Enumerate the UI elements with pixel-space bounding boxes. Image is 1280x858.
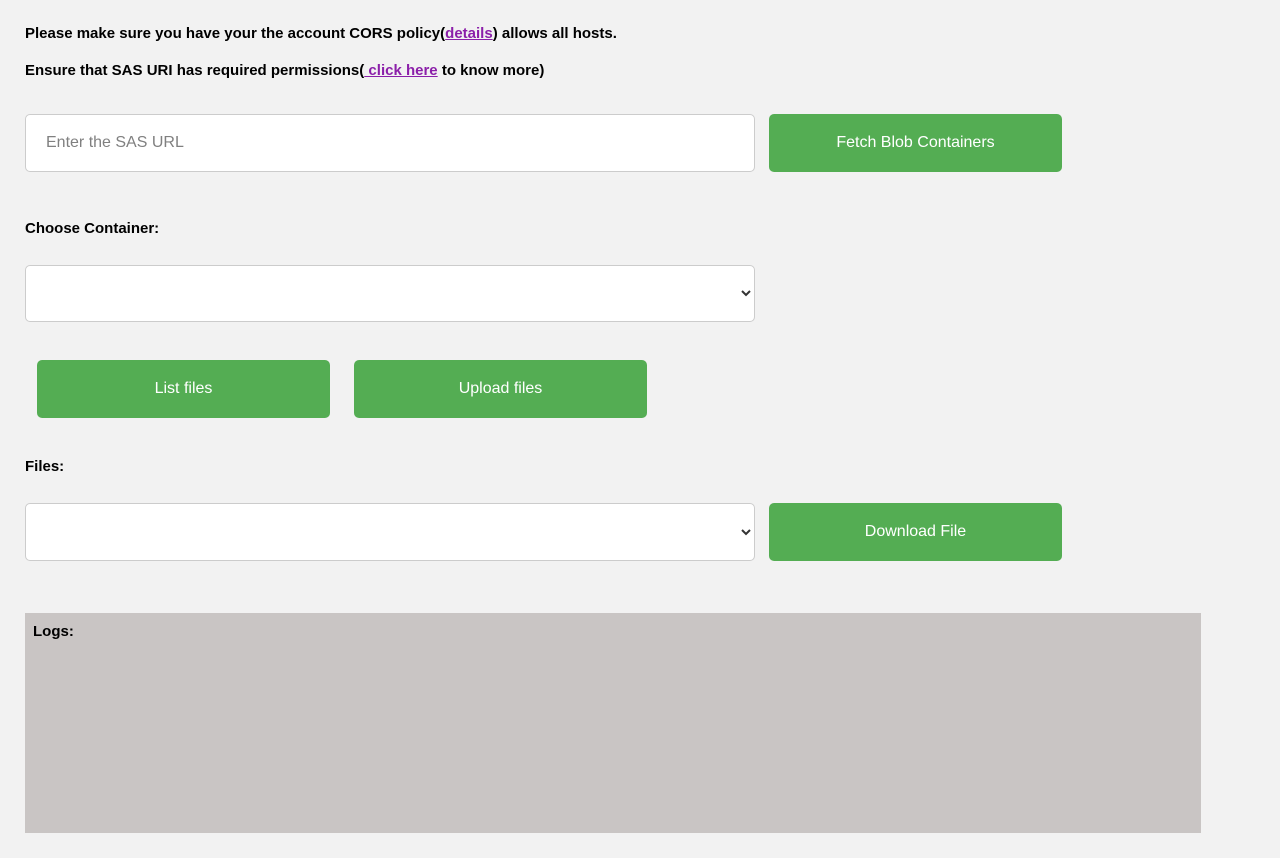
list-files-button[interactable]: List files xyxy=(37,360,330,418)
sas-url-row: Fetch Blob Containers xyxy=(25,114,1255,172)
sas-notice-post: to know more) xyxy=(438,62,545,79)
container-row xyxy=(25,265,1255,322)
cors-notice: Please make sure you have your the accou… xyxy=(25,25,1255,42)
action-buttons-row: List files Upload files xyxy=(25,360,1255,418)
cors-notice-pre: Please make sure you have your the accou… xyxy=(25,25,445,42)
fetch-containers-button[interactable]: Fetch Blob Containers xyxy=(769,114,1062,172)
cors-details-link[interactable]: details xyxy=(445,25,493,42)
sas-click-here-link[interactable]: click here xyxy=(364,62,437,79)
choose-container-label: Choose Container: xyxy=(25,220,1255,237)
sas-notice: Ensure that SAS URI has required permiss… xyxy=(25,62,1255,79)
logs-panel: Logs: xyxy=(25,613,1201,833)
sas-url-input[interactable] xyxy=(25,114,755,172)
upload-files-button[interactable]: Upload files xyxy=(354,360,647,418)
logs-title: Logs: xyxy=(33,623,1193,640)
sas-notice-pre: Ensure that SAS URI has required permiss… xyxy=(25,62,364,79)
files-row: Download File xyxy=(25,503,1255,561)
files-label: Files: xyxy=(25,458,1255,475)
download-file-button[interactable]: Download File xyxy=(769,503,1062,561)
cors-notice-post: ) allows all hosts. xyxy=(493,25,617,42)
container-select[interactable] xyxy=(25,265,755,322)
files-select[interactable] xyxy=(25,503,755,561)
